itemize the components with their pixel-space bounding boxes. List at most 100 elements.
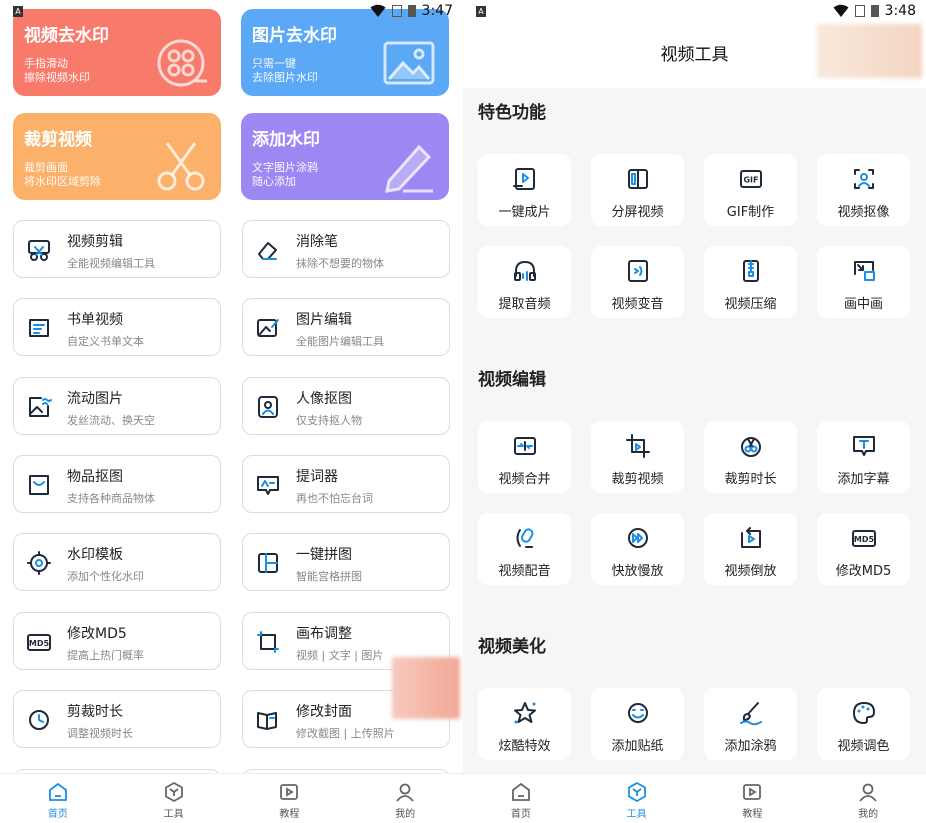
tool-tile-trim[interactable]: 裁剪时长: [704, 421, 797, 493]
dubbing-icon: [512, 525, 538, 551]
one-click-icon: [512, 166, 538, 192]
tool-tile-split-screen[interactable]: 分屏视频: [591, 154, 684, 226]
tile-label: 视频压缩: [724, 297, 777, 312]
star-icon: [512, 700, 538, 726]
tool-tile-reverse[interactable]: 视频倒放: [704, 513, 797, 585]
play-icon: [741, 781, 763, 803]
film-reel-icon: [155, 37, 207, 89]
tool-title: 修改封面: [296, 703, 352, 720]
tool-tile-matting[interactable]: 视频抠像: [817, 154, 910, 226]
tool-card-scissors[interactable]: 视频剪辑全能视频编辑工具: [13, 220, 221, 278]
card-subtitle: 裁剪画面 将水印区域剪除: [24, 161, 101, 188]
tile-label: 炫酷特效: [498, 739, 551, 754]
tool-title: 视频剪辑: [67, 234, 123, 250]
user-icon: [394, 781, 416, 803]
tool-subtitle: 再也不怕忘台词: [296, 491, 373, 505]
tool-tile-star[interactable]: 炫酷特效: [478, 688, 571, 760]
tool-card-image-edit[interactable]: 图片编辑 全能图片编辑工具: [242, 298, 450, 357]
tool-tile-pip[interactable]: 画中画: [817, 246, 910, 318]
status-time: 3:47: [421, 3, 453, 19]
tool-subtitle: 支持各种商品物体: [67, 491, 155, 505]
card-subtitle: 文字图片涂鸦 随心添加: [252, 161, 318, 188]
tool-tile-headphones[interactable]: 提取音频: [478, 246, 571, 318]
nav-home[interactable]: 首页: [0, 774, 116, 823]
tool-title: 人像抠图: [296, 390, 352, 407]
add-watermark-card[interactable]: 添加水印文字图片涂鸦 随心添加: [241, 113, 449, 200]
pencil-icon: [383, 141, 435, 193]
nav-profile[interactable]: 我的: [347, 774, 463, 823]
tool-tile-palette[interactable]: 视频调色: [817, 688, 910, 760]
home-screen: 视频去水印 手指滑动 擦除视频水印 图片去水印 只需一键 去除图片水印 裁剪视频 裁剪画面 将水…: [0, 0, 463, 823]
svg-text:GIF: GIF: [743, 176, 758, 185]
crop-video-card[interactable]: 裁剪视频裁剪画面 将水印区域剪除: [13, 113, 221, 200]
svg-text:MD5: MD5: [29, 639, 50, 648]
wifi-icon: [833, 4, 849, 17]
card-title: 图片去水印: [252, 26, 337, 46]
reverse-icon: [738, 525, 764, 551]
tool-tile-compress[interactable]: 视频压缩: [704, 246, 797, 318]
tool-card-gear[interactable]: 水印模板 添加个性化水印: [13, 533, 221, 592]
tool-title: 图片编辑: [296, 312, 352, 329]
scissors-icon: [26, 237, 52, 263]
nav-home[interactable]: 首页: [463, 774, 579, 823]
tool-tile-brush[interactable]: 添加涂鸦: [704, 688, 797, 760]
tile-label: 视频调色: [837, 739, 890, 754]
tool-title: 剪裁时长: [67, 703, 123, 720]
tool-subtitle: 调整视频时长: [67, 726, 133, 740]
card-subtitle: 手指滑动 擦除视频水印: [24, 57, 90, 84]
gear-icon: [26, 550, 52, 576]
tool-tile-one-click[interactable]: 一键成片: [478, 154, 571, 226]
tool-tile-subtitle[interactable]: 添加字幕: [817, 421, 910, 493]
tool-tile-speed[interactable]: 快放慢放: [591, 513, 684, 585]
card-title: 添加水印: [252, 130, 320, 150]
tool-tile-dubbing[interactable]: 视频配音: [478, 513, 571, 585]
tool-card-portrait[interactable]: 人像抠图 仅支持抠人物: [242, 376, 450, 435]
tool-card-flow-image[interactable]: 流动图片 发丝流动、换天空: [13, 376, 221, 435]
tile-label: 一键成片: [498, 205, 551, 220]
teleprompter-icon: [255, 472, 281, 498]
nav-tutorial[interactable]: 教程: [232, 774, 348, 823]
tool-subtitle: 提高上热门概率: [67, 648, 144, 662]
tool-tile-md5[interactable]: MD5 修改MD5: [817, 513, 910, 585]
tool-tile-voice-change[interactable]: 视频变音: [591, 246, 684, 318]
tool-title: 水印模板: [67, 547, 123, 564]
tool-subtitle: 智能宫格拼图: [296, 570, 362, 584]
image-edit-icon: [255, 315, 281, 341]
tool-tile-gif[interactable]: GIF GIF制作: [704, 154, 797, 226]
tool-subtitle: 全能视频编辑工具: [67, 257, 155, 270]
brush-icon: [738, 700, 764, 726]
tool-card-eraser[interactable]: 消除笔抹除不想要的物体: [242, 220, 450, 278]
tool-tile-sticker[interactable]: 添加贴纸: [591, 688, 684, 760]
tile-label: 视频抠像: [837, 205, 890, 220]
tool-subtitle: 抹除不想要的物体: [296, 257, 384, 270]
tool-card-bag[interactable]: 物品抠图 支持各种商品物体: [13, 454, 221, 513]
tool-card-book-list[interactable]: 书单视频 自定义书单文本: [13, 298, 221, 357]
nav-profile[interactable]: 我的: [810, 774, 926, 823]
tool-tile-merge[interactable]: 视频合并: [478, 421, 571, 493]
tile-label: 添加贴纸: [611, 739, 664, 754]
gif-icon: GIF: [738, 166, 764, 192]
portrait-icon: [255, 394, 281, 420]
nav-tools[interactable]: 工具: [579, 774, 695, 823]
split-screen-icon: [625, 166, 651, 192]
tools-cube-icon: [163, 781, 185, 803]
tool-card-collage[interactable]: 一键拼图智能宫格拼图: [242, 533, 450, 592]
nav-tools[interactable]: 工具: [116, 774, 232, 823]
tool-card-teleprompter[interactable]: 提词器 再也不怕忘台词: [242, 454, 450, 513]
speed-icon: [625, 525, 651, 551]
tool-card-clock[interactable]: 剪裁时长调整视频时长: [13, 689, 221, 748]
tool-title: 画布调整: [296, 625, 352, 642]
notification-a-icon: A: [476, 6, 486, 17]
nav-tutorial[interactable]: 教程: [695, 774, 811, 823]
card-title: 裁剪视频: [24, 130, 92, 150]
tool-card-md5[interactable]: MD5 修改MD5 提高上热门概率: [13, 611, 221, 670]
canvas-icon: [255, 629, 281, 655]
tool-title: 一键拼图: [296, 547, 352, 564]
nav-label: 我的: [395, 809, 416, 820]
tool-title: 消除笔: [296, 234, 338, 250]
notification-a-icon: A: [13, 6, 23, 17]
tool-tile-crop[interactable]: 裁剪视频: [591, 421, 684, 493]
home-icon: [510, 781, 532, 803]
battery-icon: [870, 5, 879, 17]
book-list-icon: [26, 315, 52, 341]
